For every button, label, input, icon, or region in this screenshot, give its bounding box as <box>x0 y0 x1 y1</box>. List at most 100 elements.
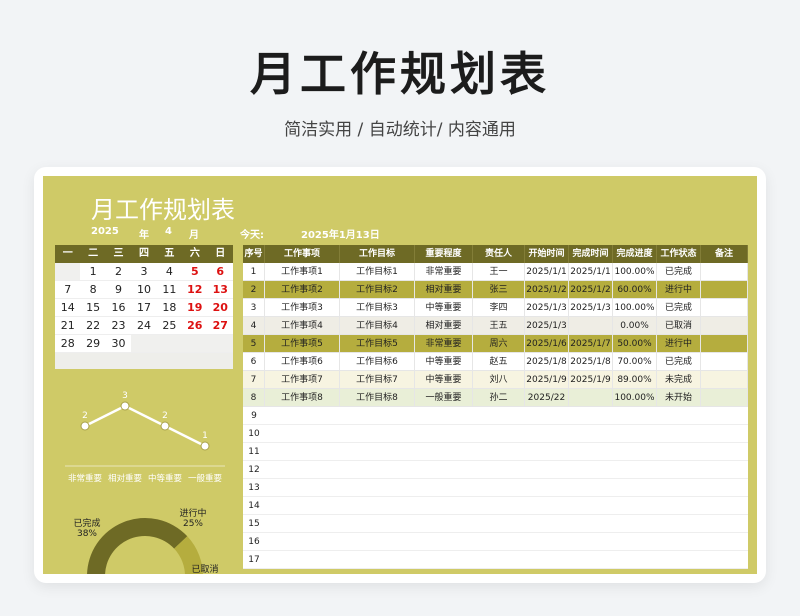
table-cell[interactable]: 4 <box>243 317 265 334</box>
table-cell[interactable]: 工作目标8 <box>340 389 415 406</box>
table-cell[interactable]: 1 <box>243 263 265 280</box>
calendar-day[interactable]: 1 <box>80 263 105 280</box>
table-cell[interactable]: 工作事项3 <box>265 299 340 316</box>
table-cell[interactable]: 工作目标3 <box>340 299 415 316</box>
calendar-day[interactable]: 15 <box>80 299 105 316</box>
table-cell[interactable]: 王五 <box>473 317 525 334</box>
table-cell[interactable] <box>701 389 748 406</box>
table-cell[interactable] <box>569 317 613 334</box>
table-cell[interactable]: 中等重要 <box>415 371 473 388</box>
table-cell[interactable]: 2025/1/3 <box>525 299 569 316</box>
table-row-empty[interactable]: 14 <box>243 497 748 515</box>
table-cell[interactable] <box>701 281 748 298</box>
table-row[interactable]: 2 工作事项2 工作目标2 相对重要 张三 2025/1/2 2025/1/2 60.00% 进… <box>243 281 748 299</box>
table-row-empty[interactable]: 12 <box>243 461 748 479</box>
calendar-day[interactable]: 25 <box>157 317 182 334</box>
calendar-day[interactable]: 11 <box>157 281 182 298</box>
table-cell[interactable]: 2025/1/1 <box>525 263 569 280</box>
calendar-day[interactable]: 24 <box>131 317 156 334</box>
month-value[interactable]: 4 <box>165 226 172 237</box>
table-cell[interactable]: 工作目标6 <box>340 353 415 370</box>
calendar-day[interactable]: 21 <box>55 317 80 334</box>
table-row-empty[interactable]: 16 <box>243 533 748 551</box>
table-cell[interactable]: 2 <box>243 281 265 298</box>
table-cell[interactable]: 2025/1/8 <box>525 353 569 370</box>
table-cell[interactable]: 2025/1/7 <box>569 335 613 352</box>
table-row-empty[interactable]: 17 <box>243 551 748 569</box>
table-cell[interactable]: 进行中 <box>657 281 701 298</box>
table-cell[interactable]: 2025/1/2 <box>525 281 569 298</box>
calendar-day[interactable]: 5 <box>182 263 207 280</box>
table-cell[interactable]: 2025/1/6 <box>525 335 569 352</box>
table-row[interactable]: 7 工作事项7 工作目标7 中等重要 刘八 2025/1/9 2025/1/9 89.00% 未… <box>243 371 748 389</box>
table-cell[interactable]: 已取消 <box>657 317 701 334</box>
table-cell[interactable] <box>701 335 748 352</box>
calendar-day[interactable]: 3 <box>131 263 156 280</box>
table-cell[interactable] <box>569 389 613 406</box>
table-cell[interactable]: 已完成 <box>657 353 701 370</box>
calendar-day[interactable]: 16 <box>106 299 131 316</box>
table-cell[interactable]: 未开始 <box>657 389 701 406</box>
table-row-empty[interactable]: 11 <box>243 443 748 461</box>
table-cell[interactable] <box>701 371 748 388</box>
table-row-empty[interactable]: 10 <box>243 425 748 443</box>
table-cell[interactable]: 相对重要 <box>415 317 473 334</box>
table-cell[interactable]: 8 <box>243 389 265 406</box>
table-cell[interactable]: 已完成 <box>657 263 701 280</box>
table-cell[interactable]: 周六 <box>473 335 525 352</box>
table-cell[interactable]: 60.00% <box>613 281 657 298</box>
table-row[interactable]: 3 工作事项3 工作目标3 中等重要 李四 2025/1/3 2025/1/3 100.00%… <box>243 299 748 317</box>
calendar-day[interactable]: 9 <box>106 281 131 298</box>
table-cell[interactable] <box>701 299 748 316</box>
table-cell[interactable]: 工作目标2 <box>340 281 415 298</box>
table-cell[interactable]: 已完成 <box>657 299 701 316</box>
calendar-day[interactable]: 14 <box>55 299 80 316</box>
calendar-day[interactable]: 29 <box>80 335 105 352</box>
table-cell[interactable]: 工作事项5 <box>265 335 340 352</box>
table-cell[interactable]: 7 <box>243 371 265 388</box>
table-cell[interactable] <box>701 353 748 370</box>
table-cell[interactable]: 2025/1/1 <box>569 263 613 280</box>
table-cell[interactable]: 100.00% <box>613 299 657 316</box>
table-cell[interactable]: 中等重要 <box>415 299 473 316</box>
table-cell[interactable] <box>701 263 748 280</box>
table-cell[interactable] <box>701 317 748 334</box>
calendar-day[interactable]: 6 <box>208 263 233 280</box>
table-cell[interactable]: 张三 <box>473 281 525 298</box>
table-cell[interactable]: 相对重要 <box>415 281 473 298</box>
table-cell[interactable]: 刘八 <box>473 371 525 388</box>
calendar-day[interactable]: 27 <box>208 317 233 334</box>
table-cell[interactable]: 非常重要 <box>415 263 473 280</box>
calendar-day[interactable]: 8 <box>80 281 105 298</box>
calendar-day[interactable]: 20 <box>208 299 233 316</box>
table-cell[interactable]: 2025/22 <box>525 389 569 406</box>
table-cell[interactable]: 工作事项8 <box>265 389 340 406</box>
table-cell[interactable]: 2025/1/9 <box>569 371 613 388</box>
table-row[interactable]: 6 工作事项6 工作目标6 中等重要 赵五 2025/1/8 2025/1/8 70.00% 已… <box>243 353 748 371</box>
calendar-day[interactable]: 7 <box>55 281 80 298</box>
year-value[interactable]: 2025 <box>91 226 119 237</box>
table-cell[interactable]: 2025/1/2 <box>569 281 613 298</box>
table-cell[interactable]: 工作事项2 <box>265 281 340 298</box>
table-cell[interactable]: 中等重要 <box>415 353 473 370</box>
table-cell[interactable]: 孙二 <box>473 389 525 406</box>
table-row[interactable]: 8 工作事项8 工作目标8 一般重要 孙二 2025/22 100.00% 未开始 <box>243 389 748 407</box>
table-cell[interactable]: 工作事项6 <box>265 353 340 370</box>
table-cell[interactable]: 2025/1/8 <box>569 353 613 370</box>
table-cell[interactable]: 非常重要 <box>415 335 473 352</box>
table-row[interactable]: 5 工作事项5 工作目标5 非常重要 周六 2025/1/6 2025/1/7 50.00% 进… <box>243 335 748 353</box>
table-cell[interactable]: 进行中 <box>657 335 701 352</box>
table-cell[interactable]: 工作事项7 <box>265 371 340 388</box>
table-cell[interactable]: 6 <box>243 353 265 370</box>
calendar-day[interactable]: 30 <box>106 335 131 352</box>
table-cell[interactable]: 工作目标7 <box>340 371 415 388</box>
calendar-day[interactable]: 17 <box>131 299 156 316</box>
calendar-day[interactable]: 10 <box>131 281 156 298</box>
table-cell[interactable]: 工作目标4 <box>340 317 415 334</box>
calendar-day[interactable]: 22 <box>80 317 105 334</box>
table-cell[interactable]: 3 <box>243 299 265 316</box>
calendar-day[interactable]: 23 <box>106 317 131 334</box>
table-cell[interactable]: 2025/1/3 <box>525 317 569 334</box>
calendar-day[interactable]: 28 <box>55 335 80 352</box>
table-cell[interactable]: 李四 <box>473 299 525 316</box>
